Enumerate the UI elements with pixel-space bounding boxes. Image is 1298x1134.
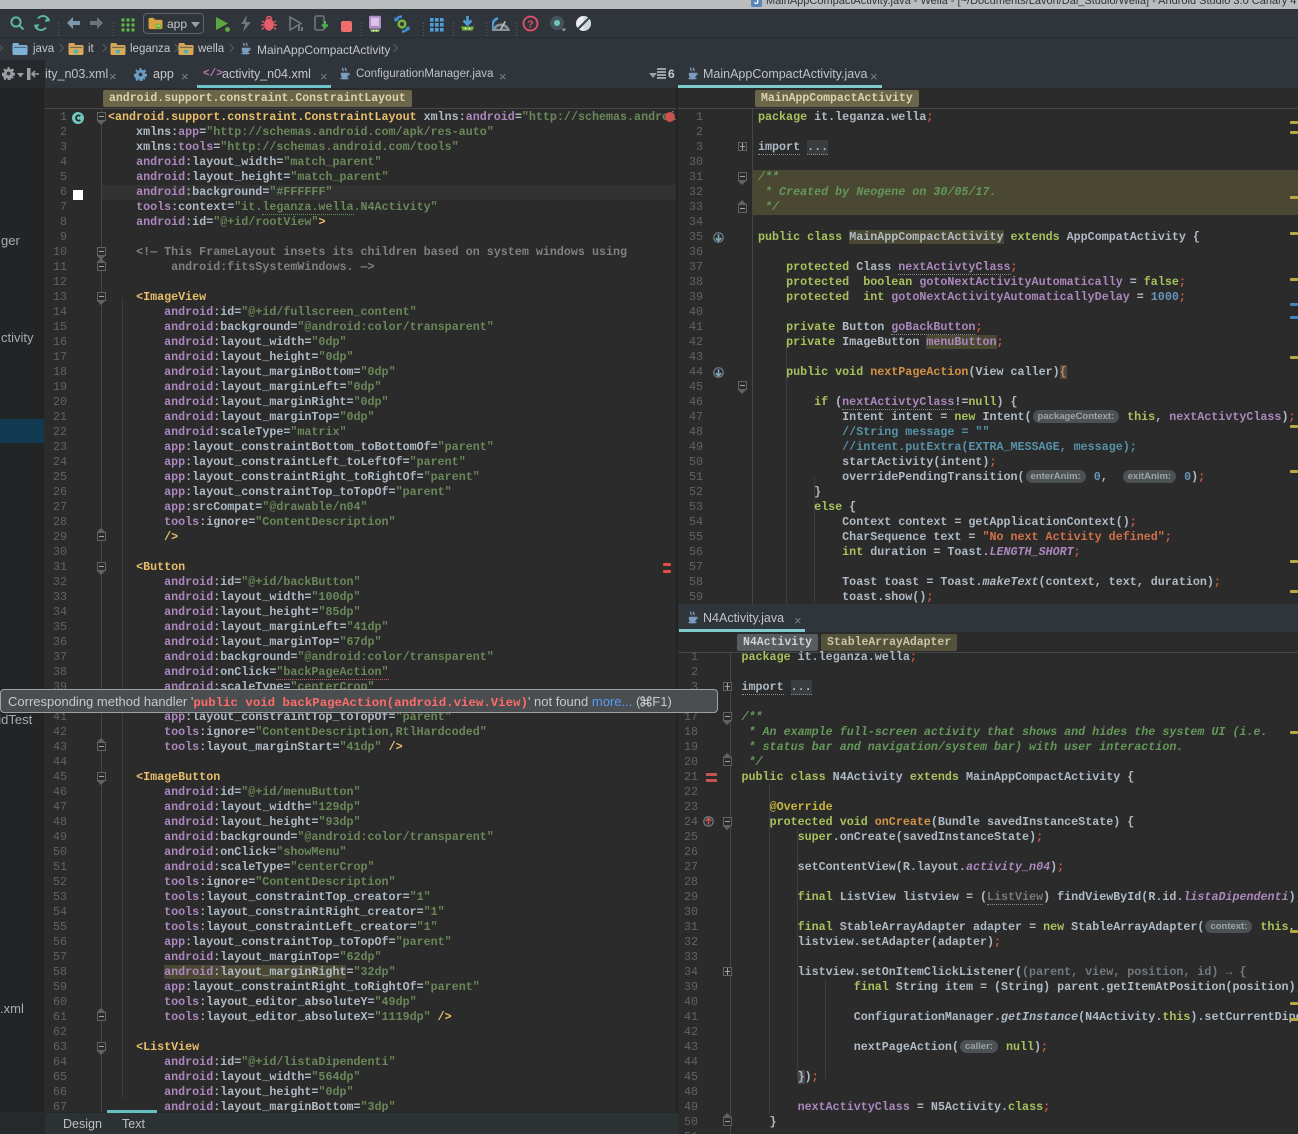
svg-text:?: ? xyxy=(527,18,533,30)
